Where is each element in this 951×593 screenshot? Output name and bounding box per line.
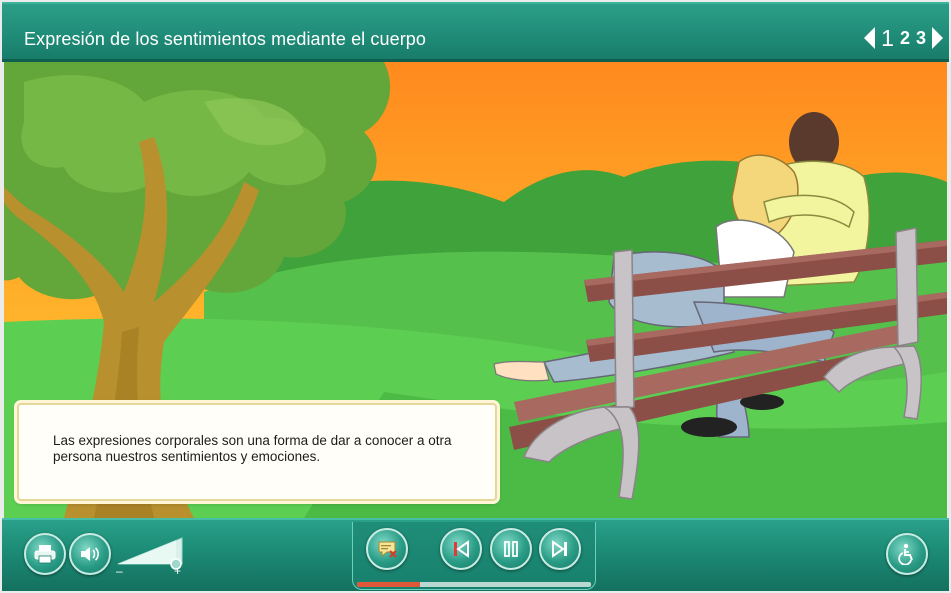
pause-button[interactable] <box>490 528 532 570</box>
accessibility-icon <box>898 543 913 565</box>
forward-button[interactable] <box>539 528 581 570</box>
progress-bar[interactable] <box>357 582 591 587</box>
progress-fill <box>357 582 421 587</box>
app-window: Expresión de los sentimientos mediante e… <box>0 0 951 593</box>
volume-slider[interactable]: – + <box>114 534 186 578</box>
caption-box: Las expresiones corporales son una forma… <box>17 403 497 501</box>
speaker-icon <box>81 547 99 561</box>
page-number-1[interactable]: 1 <box>881 25 894 52</box>
print-button[interactable] <box>24 533 66 575</box>
volume-minus-label: – <box>116 564 123 576</box>
notes-close-icon <box>378 541 397 558</box>
page-number-2[interactable]: 2 <box>900 28 910 49</box>
printer-icon <box>34 545 56 564</box>
sound-button[interactable] <box>69 533 111 575</box>
page-navigator: 1 2 3 <box>864 24 943 52</box>
accessibility-button[interactable] <box>886 533 928 575</box>
bottom-toolbar: – + <box>2 518 949 591</box>
rewind-button[interactable] <box>440 528 482 570</box>
next-page-arrow-icon[interactable] <box>932 27 943 49</box>
caption-text: Las expresiones corporales son una forma… <box>53 433 452 464</box>
notes-button[interactable] <box>366 528 408 570</box>
skip-forward-icon <box>552 540 567 558</box>
page-title: Expresión de los sentimientos mediante e… <box>24 29 427 49</box>
title-bar: Expresión de los sentimientos mediante e… <box>2 2 949 62</box>
skip-back-icon <box>454 540 469 558</box>
playback-panel <box>352 522 596 590</box>
previous-page-arrow-icon[interactable] <box>864 27 876 49</box>
page-number-3[interactable]: 3 <box>916 28 926 49</box>
pause-icon <box>504 541 518 557</box>
volume-plus-label: + <box>174 564 181 576</box>
